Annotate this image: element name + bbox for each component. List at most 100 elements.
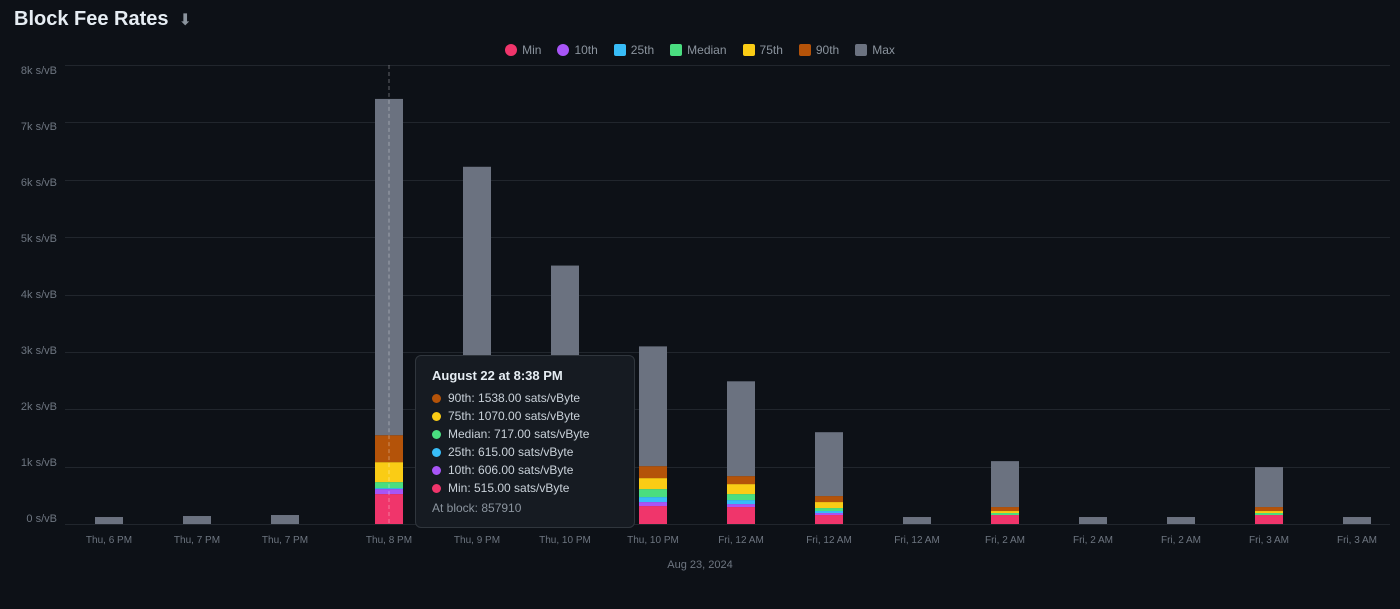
bar-min-10 (991, 515, 1019, 524)
legend-item-median: Median (670, 43, 726, 57)
tooltip-row-75th: 75th: 1070.00 sats/vByte (432, 409, 618, 423)
x-label-8: Fri, 12 AM (806, 535, 852, 546)
bar-75th-13 (1255, 511, 1283, 513)
bar-90th-10 (991, 507, 1019, 511)
tooltip-dot-25th (432, 448, 441, 457)
tooltip-label-75th: 75th: 1070.00 sats/vByte (448, 409, 580, 423)
bar-10th-7 (727, 504, 755, 507)
tooltip-row-25th: 25th: 615.00 sats/vByte (432, 445, 618, 459)
bar-max-2 (271, 515, 299, 524)
bar-median-13 (1255, 513, 1283, 515)
chart-svg (65, 65, 1390, 524)
legend-item-min: Min (505, 43, 541, 57)
tooltip-label-25th: 25th: 615.00 sats/vByte (448, 445, 573, 459)
bar-75th-10 (991, 511, 1019, 513)
legend-label-median: Median (687, 43, 726, 57)
x-label-0: Thu, 6 PM (86, 535, 132, 546)
y-axis: 8k s/vB 7k s/vB 6k s/vB 5k s/vB 4k s/vB … (0, 65, 65, 555)
legend-item-25th: 25th (614, 43, 654, 57)
legend-item-75th: 75th (743, 43, 783, 57)
tooltip-row-median: Median: 717.00 sats/vByte (432, 427, 618, 441)
x-label-11: Fri, 2 AM (1073, 535, 1113, 546)
bar-median-7 (727, 494, 755, 500)
bar-min-6 (639, 506, 667, 524)
tooltip-dot-75th (432, 412, 441, 421)
chart-inner: August 22 at 8:38 PM 90th: 1538.00 sats/… (65, 65, 1390, 525)
tooltip-label-min: Min: 515.00 sats/vByte (448, 481, 569, 495)
bar-median-6 (639, 489, 667, 497)
tooltip-row-10th: 10th: 606.00 sats/vByte (432, 463, 618, 477)
y-label-1k: 1k s/vB (21, 457, 57, 469)
bar-75th-6 (639, 478, 667, 489)
y-label-5k: 5k s/vB (21, 233, 57, 245)
y-label-4k: 4k s/vB (21, 289, 57, 301)
tooltip-row-90th: 90th: 1538.00 sats/vByte (432, 391, 618, 405)
bar-max-13 (1255, 467, 1283, 507)
legend-dot-75th (743, 44, 755, 56)
chart-area: 8k s/vB 7k s/vB 6k s/vB 5k s/vB 4k s/vB … (0, 65, 1400, 555)
bar-max-8 (815, 432, 843, 496)
bar-25th-3 (375, 488, 403, 489)
bar-max-9 (903, 517, 931, 524)
bar-max-6 (639, 346, 667, 466)
x-label-2: Thu, 7 PM (262, 535, 308, 546)
bar-max-11 (1079, 517, 1107, 524)
x-label-14: Fri, 3 AM (1337, 535, 1377, 546)
x-label-1: Thu, 7 PM (174, 535, 220, 546)
download-icon[interactable]: ⬇ (179, 10, 192, 30)
tooltip-dot-min (432, 484, 441, 493)
legend-dot-10th (557, 44, 569, 56)
bar-max-10 (991, 461, 1019, 507)
y-label-8k: 8k s/vB (21, 65, 57, 77)
legend-item-10th: 10th (557, 43, 597, 57)
bar-90th-13 (1255, 507, 1283, 511)
bar-90th-6 (639, 466, 667, 478)
bar-90th-7 (727, 476, 755, 484)
tooltip: August 22 at 8:38 PM 90th: 1538.00 sats/… (415, 355, 635, 528)
bar-10th-8 (815, 513, 843, 515)
x-label-4: Thu, 9 PM (454, 535, 500, 546)
tooltip-block-info: At block: 857910 (432, 501, 618, 515)
bar-min-7 (727, 507, 755, 524)
tooltip-label-90th: 90th: 1538.00 sats/vByte (448, 391, 580, 405)
legend-label-25th: 25th (631, 43, 654, 57)
x-label-7: Fri, 12 AM (718, 535, 764, 546)
legend-item-max: Max (855, 43, 895, 57)
bar-median-8 (815, 508, 843, 511)
bar-75th-7 (727, 484, 755, 494)
x-label-13: Fri, 3 AM (1249, 535, 1289, 546)
legend-label-min: Min (522, 43, 541, 57)
y-label-3k: 3k s/vB (21, 345, 57, 357)
bar-25th-8 (815, 511, 843, 513)
bar-max-0 (95, 517, 123, 524)
legend-dot-90th (799, 44, 811, 56)
x-axis: Thu, 6 PM Thu, 7 PM Thu, 7 PM Thu, 8 PM … (65, 529, 1390, 564)
legend-label-90th: 90th (816, 43, 839, 57)
bar-median-10 (991, 513, 1019, 515)
y-label-2k: 2k s/vB (21, 401, 57, 413)
bar-min-8 (815, 515, 843, 524)
legend-item-90th: 90th (799, 43, 839, 57)
x-label-9: Fri, 12 AM (894, 535, 940, 546)
legend-dot-median (670, 44, 682, 56)
legend-label-10th: 10th (574, 43, 597, 57)
bar-25th-6 (639, 497, 667, 502)
x-axis-svg: Thu, 6 PM Thu, 7 PM Thu, 7 PM Thu, 8 PM … (65, 529, 1390, 559)
legend-dot-min (505, 44, 517, 56)
bar-max-14 (1343, 517, 1371, 524)
bar-max-1 (183, 516, 211, 524)
y-label-0: 0 s/vB (26, 513, 57, 525)
chart-legend: Min 10th 25th Median 75th 90th Max (0, 39, 1400, 65)
x-label-12: Fri, 2 AM (1161, 535, 1201, 546)
tooltip-title: August 22 at 8:38 PM (432, 368, 618, 383)
page-header: Block Fee Rates ⬇ (0, 0, 1400, 39)
tooltip-dot-median (432, 430, 441, 439)
bar-10th-6 (639, 502, 667, 506)
bar-max-12 (1167, 517, 1195, 524)
y-label-6k: 6k s/vB (21, 177, 57, 189)
tooltip-dot-90th (432, 394, 441, 403)
bar-90th-8 (815, 496, 843, 502)
y-label-7k: 7k s/vB (21, 121, 57, 133)
tooltip-row-min: Min: 515.00 sats/vByte (432, 481, 618, 495)
x-label-10: Fri, 2 AM (985, 535, 1025, 546)
